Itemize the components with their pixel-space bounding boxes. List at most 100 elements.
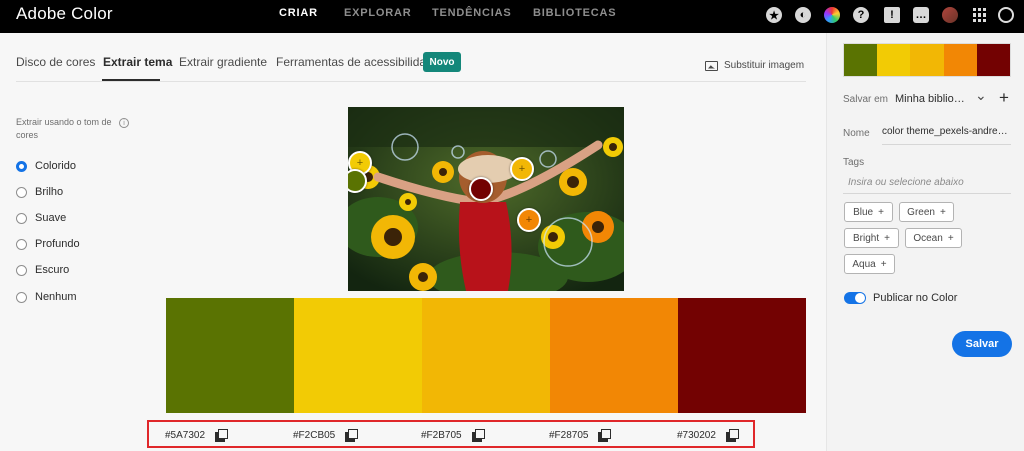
name-input[interactable]: color theme_pexels-andrea-piacquadio (882, 126, 1010, 137)
tag-aqua[interactable]: Aqua + (844, 254, 895, 274)
tag-label: Blue (853, 206, 874, 218)
radio-button[interactable] (16, 186, 27, 198)
avatar[interactable] (942, 7, 958, 23)
tag-label: Green (907, 206, 935, 218)
hex-code[interactable]: #730202 (677, 430, 716, 441)
tag-ocean[interactable]: Ocean + (905, 228, 962, 248)
radio-button[interactable] (16, 212, 27, 224)
color-picker-marker[interactable]: + (517, 208, 541, 232)
creative-cloud-icon[interactable] (998, 7, 1014, 23)
copy-icon[interactable] (471, 429, 485, 442)
theme-swatches (166, 298, 806, 413)
tag-label: Aqua (852, 258, 876, 270)
preview-swatch-3 (910, 44, 944, 76)
library-select[interactable]: Minha biblioteca (895, 93, 967, 105)
radio-label: Suave (35, 212, 67, 224)
radio-nenhum[interactable]: Nenhum (16, 291, 77, 303)
app-title[interactable]: Adobe Color (16, 4, 113, 24)
hex-item-1: #5A7302 (165, 429, 229, 442)
hex-item-4: #F28705 (549, 429, 612, 442)
preview-swatch-4 (943, 44, 977, 76)
radio-profundo[interactable]: Profundo (16, 238, 80, 250)
radio-brilho[interactable]: Brilho (16, 186, 63, 198)
top-bar: Adobe Color CRIAR EXPLORAR TENDÊNCIAS BI… (0, 0, 1024, 33)
radio-button[interactable] (16, 264, 27, 276)
radio-button[interactable] (16, 160, 27, 172)
radio-label: Brilho (35, 186, 64, 198)
radio-button[interactable] (16, 238, 27, 250)
copy-icon[interactable] (598, 429, 612, 442)
hex-item-5: #730202 (677, 429, 739, 442)
help-icon[interactable]: ? (853, 7, 869, 23)
nav-bibliotecas[interactable]: BIBLIOTECAS (533, 7, 616, 19)
hex-code[interactable]: #F2B705 (421, 430, 462, 441)
color-picker-marker[interactable]: + (510, 157, 534, 181)
copy-icon[interactable] (215, 429, 229, 442)
add-tag-icon: + (880, 258, 887, 270)
hex-code[interactable]: #F28705 (549, 430, 588, 441)
swatch-2[interactable] (294, 298, 422, 413)
save-button[interactable]: Salvar (952, 331, 1012, 357)
main-panel: Disco de cores Extrair tema Extrair grad… (0, 33, 826, 451)
tags-input[interactable]: Insira ou selecione abaixo (848, 177, 964, 188)
preview-swatch-2 (877, 44, 911, 76)
tag-green[interactable]: Green + (899, 202, 954, 222)
radio-label: Nenhum (35, 291, 77, 303)
swatch-1[interactable] (166, 298, 294, 413)
chevron-down-icon[interactable]: ⌄ (975, 87, 987, 104)
swatch-4[interactable] (550, 298, 678, 413)
swatch-5[interactable] (678, 298, 806, 413)
replace-image-button[interactable]: Substituir imagem (705, 60, 804, 71)
add-tag-icon: + (878, 206, 884, 218)
apps-grid-icon[interactable] (973, 8, 987, 22)
copy-icon[interactable] (725, 429, 739, 442)
moon-icon[interactable]: ◐ (795, 7, 811, 23)
radio-suave[interactable]: Suave (16, 212, 66, 224)
name-input-underline (882, 144, 1011, 145)
tab-extrair-gradiente[interactable]: Extrair gradiente (179, 55, 267, 69)
nav-tendencias[interactable]: TENDÊNCIAS (432, 7, 512, 19)
radio-button[interactable] (16, 291, 27, 303)
tag-blue[interactable]: Blue + (844, 202, 893, 222)
add-library-icon[interactable]: + (999, 88, 1009, 108)
tab-disco-de-cores[interactable]: Disco de cores (16, 55, 95, 69)
hex-code[interactable]: #F2CB05 (293, 430, 335, 441)
preview-swatch-1 (844, 44, 878, 76)
replace-image-label: Substituir imagem (724, 60, 805, 71)
info-icon[interactable]: i (119, 118, 129, 128)
feedback-icon[interactable]: ! (884, 7, 900, 23)
tab-extrair-tema[interactable]: Extrair tema (103, 55, 172, 69)
copy-icon[interactable] (345, 429, 359, 442)
nav-explorar[interactable]: EXPLORAR (344, 7, 412, 19)
hex-code[interactable]: #5A7302 (165, 430, 205, 441)
radio-label: Colorido (35, 160, 76, 172)
color-picker-marker[interactable] (469, 177, 493, 201)
tag-label: Ocean (913, 232, 943, 244)
save-in-label: Salvar em (843, 94, 889, 105)
swatch-3[interactable] (422, 298, 550, 413)
tags-label: Tags (843, 157, 865, 168)
tag-bright[interactable]: Bright + (844, 228, 899, 248)
star-icon[interactable]: ★ (766, 7, 782, 23)
tag-label: Bright (853, 232, 880, 244)
hex-codes-highlight: #5A7302 #F2CB05 #F2B705 #F28705 #730202 (147, 420, 755, 448)
add-tag-icon: + (884, 232, 890, 244)
tab-divider (16, 81, 806, 82)
add-tag-icon: + (939, 206, 946, 218)
nav-criar[interactable]: CRIAR (279, 7, 318, 19)
source-image[interactable]: + + + (348, 107, 624, 291)
publish-toggle[interactable] (844, 292, 866, 304)
mood-label: Extrair usando o tom de cores (16, 117, 112, 140)
image-icon (705, 60, 718, 71)
tab-ferramentas-acessibilidade[interactable]: Ferramentas de acessibilidade (276, 55, 439, 69)
radio-label: Profundo (35, 238, 80, 250)
tags-input-underline (843, 193, 1011, 194)
chat-icon[interactable]: … (913, 7, 929, 23)
radio-escuro[interactable]: Escuro (16, 264, 69, 276)
save-sidebar: Salvar em Minha biblioteca ⌄ + Nome colo… (826, 33, 1024, 451)
hex-item-3: #F2B705 (421, 429, 485, 442)
radio-label: Escuro (35, 264, 70, 276)
name-label: Nome (843, 128, 870, 139)
radio-colorido[interactable]: Colorido (16, 160, 76, 172)
color-wheel-icon[interactable] (824, 7, 840, 23)
